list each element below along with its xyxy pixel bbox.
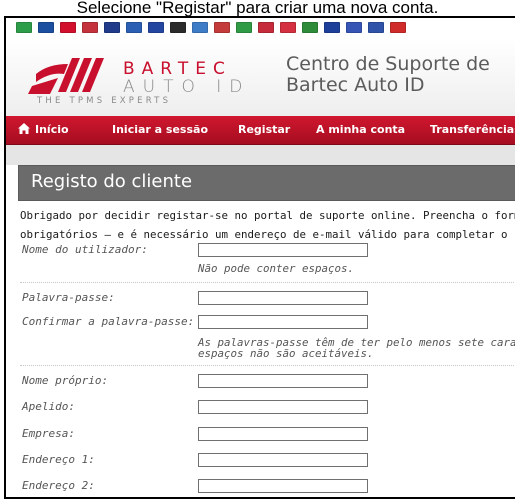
- site-title-line1: Centro de Suporte de: [286, 53, 490, 75]
- password-hint-line-2: espaços não são aceitáveis.: [198, 347, 374, 360]
- page-title: Registo do cliente: [31, 171, 193, 192]
- nav-downloads[interactable]: Transferências: [430, 116, 515, 144]
- site-header: BARTEC AUTO ID THE TPMS EXPERTS Centro d…: [6, 38, 515, 116]
- bartec-logo-mark-icon: [28, 58, 104, 94]
- main-navigation: Início Iniciar a sessão Registar A minha…: [6, 116, 515, 145]
- norway-flag-icon[interactable]: [258, 22, 274, 33]
- hungary-flag-icon[interactable]: [214, 22, 230, 33]
- russia-flag-icon[interactable]: [346, 22, 362, 33]
- nav-home-label: Início: [35, 123, 69, 136]
- last-name-input[interactable]: [198, 400, 368, 414]
- france-flag-icon[interactable]: [148, 22, 164, 33]
- confirm-password-input[interactable]: [198, 315, 368, 329]
- company-input[interactable]: [198, 427, 368, 441]
- divider: [20, 282, 515, 283]
- first-name-label: Nome próprio:: [22, 374, 109, 387]
- romania-flag-icon[interactable]: [324, 22, 340, 33]
- address-2-input[interactable]: [198, 479, 368, 493]
- nav-register[interactable]: Registar: [238, 116, 290, 144]
- username-input[interactable]: [198, 243, 368, 257]
- intro-text-line-2: obrigatórios – e é necessário um endereç…: [20, 228, 515, 241]
- netherlands-flag-icon[interactable]: [82, 22, 98, 33]
- language-flags: [16, 22, 406, 36]
- instruction-caption: Selecione "Registar" para criar uma nova…: [76, 0, 439, 16]
- intro-text-line-1: Obrigado por decidir registar-se no port…: [20, 209, 515, 222]
- germany-flag-icon[interactable]: [170, 22, 186, 33]
- site-title-line2: Bartec Auto ID: [286, 74, 425, 96]
- home-icon: [18, 123, 30, 134]
- brand-name: BARTEC: [123, 59, 232, 79]
- greece-flag-icon[interactable]: [192, 22, 208, 33]
- company-label: Empresa:: [22, 427, 75, 440]
- username-hint: Não pode conter espaços.: [198, 262, 355, 275]
- italy-flag-icon[interactable]: [236, 22, 252, 33]
- brand-tagline: THE TPMS EXPERTS: [37, 96, 172, 106]
- browser-viewport: BARTEC AUTO ID THE TPMS EXPERTS Centro d…: [4, 16, 515, 499]
- bartec-logo[interactable]: BARTEC AUTO ID THE TPMS EXPERTS: [28, 52, 278, 112]
- poland-flag-icon[interactable]: [280, 22, 296, 33]
- address-1-label: Endereço 1:: [22, 453, 95, 466]
- nav-home[interactable]: Início: [18, 116, 69, 144]
- nav-login[interactable]: Iniciar a sessão: [112, 116, 208, 144]
- denmark-flag-icon[interactable]: [60, 22, 76, 33]
- uk-flag-icon[interactable]: [104, 22, 120, 33]
- last-name-label: Apelido:: [22, 400, 75, 413]
- spain-flag-icon[interactable]: [390, 22, 406, 33]
- password-label: Palavra-passe:: [22, 291, 115, 304]
- brand-subname: AUTO ID: [123, 77, 251, 97]
- password-input[interactable]: [198, 291, 368, 305]
- address-2-label: Endereço 2:: [22, 479, 95, 492]
- username-label: Nome do utilizador:: [22, 243, 148, 256]
- portugal-flag-icon[interactable]: [302, 22, 318, 33]
- page-title-bar: Registo do cliente: [18, 165, 515, 201]
- finland-flag-icon[interactable]: [126, 22, 142, 33]
- nav-spacer-band: [6, 145, 515, 165]
- divider: [20, 365, 515, 366]
- confirm-password-label: Confirmar a palavra-passe:: [22, 315, 195, 328]
- site-title: Centro de Suporte de Bartec Auto ID: [286, 54, 515, 96]
- address-1-input[interactable]: [198, 453, 368, 467]
- first-name-input[interactable]: [198, 374, 368, 388]
- bulgaria-flag-icon[interactable]: [16, 22, 32, 33]
- nav-my-account[interactable]: A minha conta: [316, 116, 405, 144]
- czech-flag-icon[interactable]: [38, 22, 54, 33]
- slovakia-flag-icon[interactable]: [368, 22, 384, 33]
